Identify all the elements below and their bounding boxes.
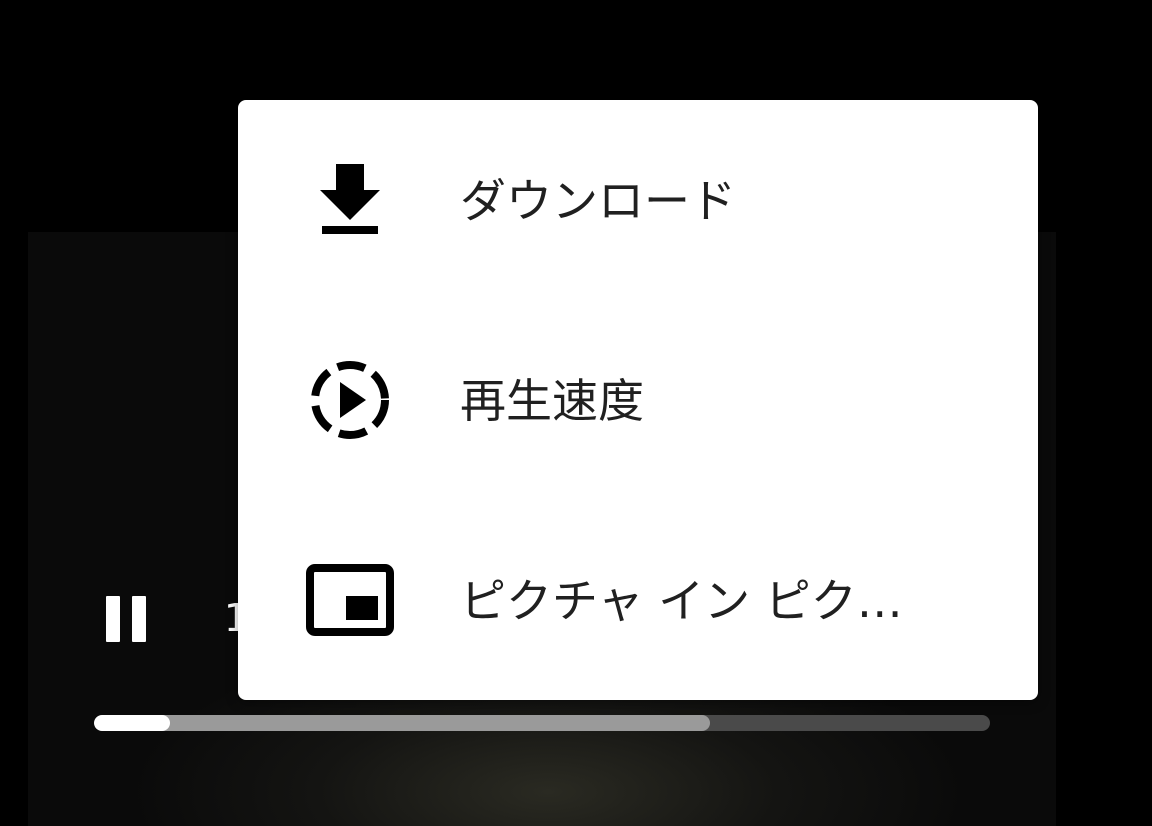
overflow-menu: ダウンロード 再生速度 ピクチャ イン ピク…: [238, 100, 1038, 700]
video-player: 1 ダウンロード 再生速度 ピクチャ イン ピク…: [0, 0, 1152, 826]
menu-item-label: ダウンロード: [460, 174, 736, 228]
time-display: 1: [224, 596, 238, 640]
playback-speed-icon: [302, 356, 398, 444]
menu-item-label: ピクチャ イン ピク…: [460, 574, 903, 628]
progress-buffered: [94, 715, 711, 731]
menu-item-picture-in-picture[interactable]: ピクチャ イン ピク…: [238, 500, 1038, 700]
menu-item-playback-speed[interactable]: 再生速度: [238, 300, 1038, 500]
menu-item-label: 再生速度: [460, 374, 644, 428]
progress-played: [94, 715, 171, 731]
picture-in-picture-icon: [302, 556, 398, 644]
progress-bar[interactable]: [94, 715, 990, 731]
download-icon: [302, 156, 398, 244]
pause-icon: [106, 596, 120, 642]
menu-item-download[interactable]: ダウンロード: [238, 100, 1038, 300]
pause-button[interactable]: [100, 594, 152, 646]
